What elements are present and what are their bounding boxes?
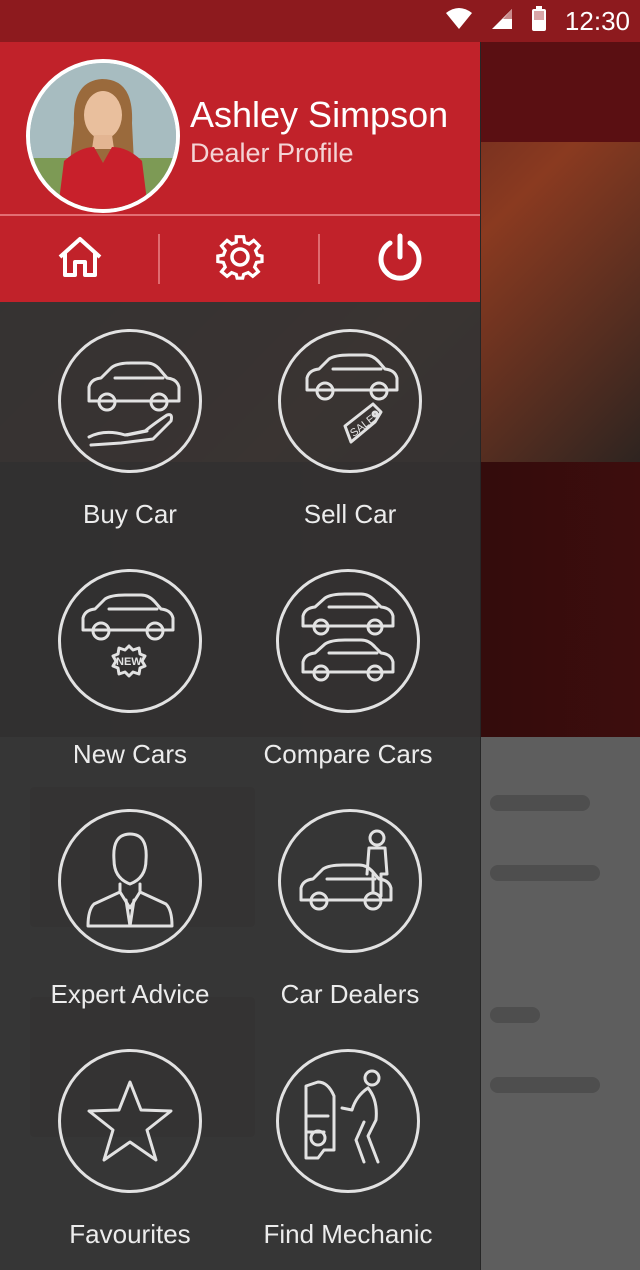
mechanic-icon: [276, 1049, 420, 1193]
menu-label: Car Dealers: [280, 979, 420, 1009]
user-role: Dealer Profile: [190, 138, 354, 168]
status-bar: 12:30: [0, 0, 640, 42]
background-text-line: [490, 865, 600, 881]
menu-label: Sell Car: [303, 499, 397, 529]
menu-car-dealers[interactable]: Car Dealers: [240, 809, 460, 1010]
battery-icon: [531, 5, 547, 37]
sell-car-icon: SALE: [278, 329, 422, 473]
menu-new-cars[interactable]: NEW New Cars: [20, 569, 240, 770]
quick-actions-bar: [0, 216, 480, 302]
power-icon: [376, 233, 424, 286]
menu-sell-car[interactable]: SALE Sell Car: [240, 329, 460, 530]
menu-label: New Cars: [72, 739, 188, 769]
signal-icon: [491, 8, 513, 35]
star-icon: [58, 1049, 202, 1193]
sale-badge: SALE: [348, 413, 378, 440]
new-badge: NEW: [116, 656, 142, 668]
home-icon: [57, 236, 103, 283]
wifi-icon: [445, 7, 473, 35]
settings-icon: [216, 233, 264, 286]
menu-label: Favourites: [69, 1219, 191, 1249]
settings-button[interactable]: [160, 216, 320, 302]
menu-expert-advice[interactable]: Expert Advice: [20, 809, 240, 1010]
power-button[interactable]: [320, 216, 480, 302]
new-cars-icon: NEW: [58, 569, 202, 713]
car-dealers-icon: [278, 809, 422, 953]
background-text-line: [490, 795, 590, 811]
user-name: Ashley Simpson: [190, 94, 449, 135]
expert-advice-icon: [58, 809, 202, 953]
buy-car-icon: [58, 329, 202, 473]
compare-cars-icon: [276, 569, 420, 713]
menu-label: Expert Advice: [50, 979, 210, 1009]
menu-buy-car[interactable]: Buy Car: [20, 329, 240, 530]
navigation-drawer: Ashley Simpson Dealer Profile Buy Car SA…: [0, 42, 481, 1270]
avatar[interactable]: [26, 59, 180, 213]
menu-compare-cars[interactable]: Compare Cars: [238, 569, 458, 770]
menu-label: Find Mechanic: [263, 1219, 433, 1249]
background-text-line: [490, 1077, 600, 1093]
drawer-header: Ashley Simpson Dealer Profile: [0, 42, 480, 302]
background-text-line: [490, 1007, 540, 1023]
menu-label: Compare Cars: [263, 739, 433, 769]
menu-favourites[interactable]: Favourites: [20, 1049, 240, 1250]
status-time: 12:30: [564, 5, 630, 36]
menu-find-mechanic[interactable]: Find Mechanic: [238, 1049, 458, 1250]
home-button[interactable]: [0, 216, 160, 302]
menu-label: Buy Car: [83, 499, 177, 529]
